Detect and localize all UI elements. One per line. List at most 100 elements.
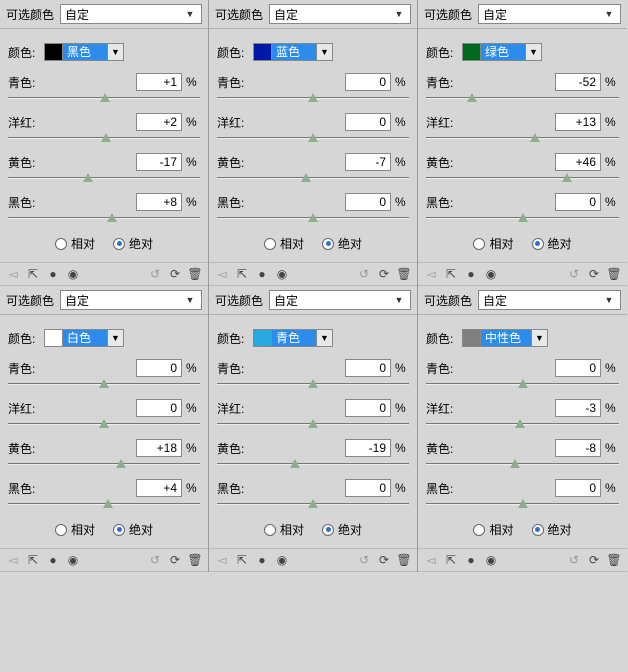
slider-track[interactable]: [217, 379, 409, 391]
slider-thumb[interactable]: [107, 213, 117, 222]
channel-value-input[interactable]: [136, 439, 182, 457]
channel-value-input[interactable]: [555, 359, 601, 377]
slider-track[interactable]: [8, 133, 200, 145]
trash-icon[interactable]: 🗑: [395, 266, 413, 282]
slider-thumb[interactable]: [101, 133, 111, 142]
hand-icon[interactable]: ◅: [4, 552, 22, 568]
eye-icon[interactable]: ◉: [64, 552, 82, 568]
mask-icon[interactable]: ●: [462, 266, 480, 282]
mask-icon[interactable]: ●: [44, 552, 62, 568]
eye-icon[interactable]: ◉: [482, 552, 500, 568]
slider-track[interactable]: [8, 213, 200, 225]
color-dropdown[interactable]: 青色 ▼: [253, 329, 333, 347]
channel-value-input[interactable]: [555, 73, 601, 91]
slider-thumb[interactable]: [518, 499, 528, 508]
slider-thumb[interactable]: [308, 93, 318, 102]
hand-icon[interactable]: ◅: [4, 266, 22, 282]
hand-icon[interactable]: ◅: [213, 552, 231, 568]
preset-dropdown[interactable]: 自定 ▼: [60, 290, 202, 310]
hand-icon[interactable]: ◅: [422, 266, 440, 282]
channel-value-input[interactable]: [136, 399, 182, 417]
slider-thumb[interactable]: [530, 133, 540, 142]
radio-relative[interactable]: 相对: [473, 521, 513, 538]
slider-thumb[interactable]: [510, 459, 520, 468]
slider-thumb[interactable]: [308, 379, 318, 388]
color-dropdown[interactable]: 中性色 ▼: [462, 329, 548, 347]
radio-relative[interactable]: 相对: [55, 521, 95, 538]
slider-track[interactable]: [426, 93, 619, 105]
reset-icon[interactable]: ↺: [146, 266, 164, 282]
trash-icon[interactable]: 🗑: [605, 552, 623, 568]
channel-value-input[interactable]: [345, 153, 391, 171]
reset-icon[interactable]: ↺: [355, 266, 373, 282]
eye-icon[interactable]: ◉: [482, 266, 500, 282]
channel-value-input[interactable]: [555, 113, 601, 131]
eye-icon[interactable]: ◉: [273, 552, 291, 568]
channel-value-input[interactable]: [555, 479, 601, 497]
channel-value-input[interactable]: [136, 73, 182, 91]
radio-relative[interactable]: 相对: [473, 235, 513, 252]
slider-thumb[interactable]: [290, 459, 300, 468]
slider-track[interactable]: [8, 419, 200, 431]
slider-thumb[interactable]: [103, 499, 113, 508]
slider-thumb[interactable]: [518, 379, 528, 388]
hand-icon[interactable]: ◅: [213, 266, 231, 282]
slider-track[interactable]: [217, 93, 409, 105]
mask-icon[interactable]: ●: [44, 266, 62, 282]
slider-track[interactable]: [8, 173, 200, 185]
preset-dropdown[interactable]: 自定 ▼: [478, 290, 621, 310]
slider-thumb[interactable]: [518, 213, 528, 222]
reset-icon[interactable]: ↺: [355, 552, 373, 568]
slider-track[interactable]: [8, 459, 200, 471]
slider-track[interactable]: [217, 419, 409, 431]
trash-icon[interactable]: 🗑: [395, 552, 413, 568]
channel-value-input[interactable]: [136, 113, 182, 131]
color-dropdown[interactable]: 蓝色 ▼: [253, 43, 333, 61]
radio-relative[interactable]: 相对: [264, 521, 304, 538]
slider-thumb[interactable]: [515, 419, 525, 428]
trash-icon[interactable]: 🗑: [186, 552, 204, 568]
channel-value-input[interactable]: [345, 193, 391, 211]
refresh-icon[interactable]: ⟳: [585, 552, 603, 568]
slider-thumb[interactable]: [116, 459, 126, 468]
color-dropdown[interactable]: 黑色 ▼: [44, 43, 124, 61]
slider-track[interactable]: [217, 459, 409, 471]
reset-icon[interactable]: ↺: [146, 552, 164, 568]
slider-track[interactable]: [426, 173, 619, 185]
channel-value-input[interactable]: [345, 359, 391, 377]
color-dropdown[interactable]: 绿色 ▼: [462, 43, 542, 61]
radio-absolute[interactable]: 绝对: [113, 235, 153, 252]
slider-thumb[interactable]: [301, 173, 311, 182]
slider-track[interactable]: [426, 379, 619, 391]
radio-relative[interactable]: 相对: [264, 235, 304, 252]
slider-track[interactable]: [8, 379, 200, 391]
channel-value-input[interactable]: [555, 153, 601, 171]
slider-track[interactable]: [217, 133, 409, 145]
mask-icon[interactable]: ●: [462, 552, 480, 568]
channel-value-input[interactable]: [555, 193, 601, 211]
slider-track[interactable]: [426, 459, 619, 471]
refresh-icon[interactable]: ⟳: [585, 266, 603, 282]
slider-track[interactable]: [217, 499, 409, 511]
channel-value-input[interactable]: [345, 439, 391, 457]
reset-icon[interactable]: ↺: [565, 552, 583, 568]
radio-absolute[interactable]: 绝对: [532, 235, 572, 252]
mask-icon[interactable]: ●: [253, 266, 271, 282]
refresh-icon[interactable]: ⟳: [166, 552, 184, 568]
channel-value-input[interactable]: [345, 113, 391, 131]
preset-dropdown[interactable]: 自定 ▼: [60, 4, 202, 24]
expand-icon[interactable]: ⇱: [24, 552, 42, 568]
slider-thumb[interactable]: [99, 419, 109, 428]
expand-icon[interactable]: ⇱: [442, 266, 460, 282]
trash-icon[interactable]: 🗑: [605, 266, 623, 282]
slider-thumb[interactable]: [467, 93, 477, 102]
slider-thumb[interactable]: [100, 93, 110, 102]
slider-thumb[interactable]: [308, 419, 318, 428]
expand-icon[interactable]: ⇱: [24, 266, 42, 282]
hand-icon[interactable]: ◅: [422, 552, 440, 568]
channel-value-input[interactable]: [136, 153, 182, 171]
eye-icon[interactable]: ◉: [64, 266, 82, 282]
expand-icon[interactable]: ⇱: [442, 552, 460, 568]
slider-track[interactable]: [8, 93, 200, 105]
slider-thumb[interactable]: [83, 173, 93, 182]
